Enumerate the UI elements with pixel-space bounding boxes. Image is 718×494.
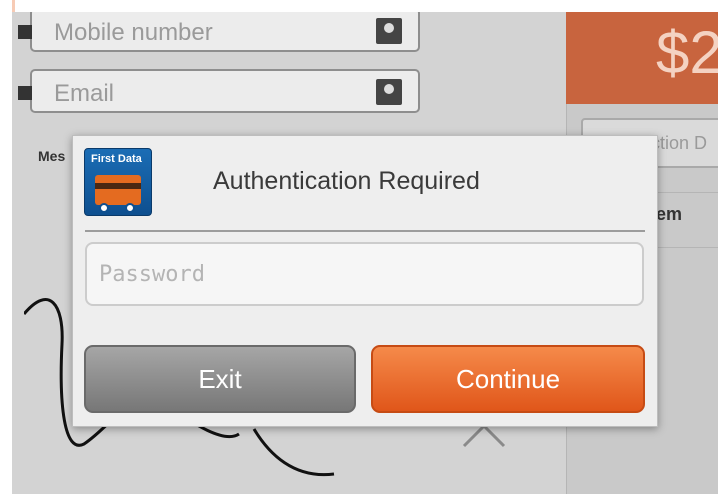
item-label: em — [656, 204, 683, 224]
continue-button[interactable]: Continue — [371, 345, 645, 413]
transaction-label: ction D — [651, 133, 708, 153]
price-amount: $2 — [656, 19, 718, 86]
authentication-dialog: First Data Authentication Required Exit … — [72, 135, 658, 427]
first-data-app-icon: First Data — [84, 148, 152, 216]
dialog-divider — [85, 230, 645, 232]
wheel-icon — [99, 203, 109, 213]
exit-button[interactable]: Exit — [84, 345, 356, 413]
app-icon-brand: First Data — [91, 153, 142, 165]
wheel-icon — [125, 203, 135, 213]
dialog-title: Authentication Required — [213, 167, 480, 195]
price-panel: $2 — [566, 12, 718, 104]
card-icon — [95, 175, 141, 205]
password-input[interactable] — [85, 242, 644, 306]
